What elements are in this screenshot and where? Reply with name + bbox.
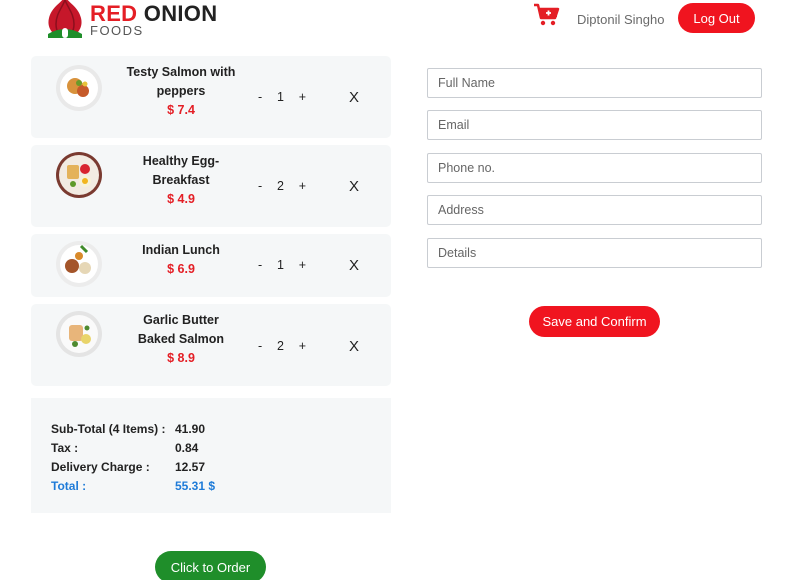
- user-name: Diptonil Singho: [577, 12, 665, 27]
- click-to-order-button[interactable]: Click to Order: [155, 551, 266, 580]
- food-plate-icon: [56, 241, 102, 287]
- tax-label: Tax :: [51, 440, 79, 455]
- quantity-value: 1: [276, 258, 284, 272]
- increase-quantity-button[interactable]: +: [299, 339, 306, 353]
- shopping-cart-plus-icon[interactable]: [533, 3, 561, 27]
- subtotal-value: 41.90: [175, 421, 206, 436]
- quantity-stepper: - 2 +: [258, 339, 306, 353]
- total-value: 55.31 $: [175, 478, 216, 493]
- increase-quantity-button[interactable]: +: [299, 258, 306, 272]
- cart-item: Garlic Butter Baked Salmon $ 8.9 - 2 + X: [31, 304, 391, 386]
- onion-logo-icon: [48, 0, 82, 38]
- food-info: Healthy Egg-Breakfast $ 4.9: [123, 152, 239, 209]
- phone-field[interactable]: [427, 153, 762, 183]
- food-price: $ 4.9: [167, 192, 195, 206]
- food-price: $ 8.9: [167, 351, 195, 365]
- food-name: Indian Lunch: [142, 243, 220, 257]
- delivery-row: Delivery Charge : 12.57: [51, 457, 215, 476]
- food-name: Healthy Egg-Breakfast: [142, 154, 220, 187]
- food-info: Indian Lunch $ 6.9: [123, 241, 239, 279]
- decrease-quantity-button[interactable]: -: [258, 179, 262, 193]
- full-name-field[interactable]: [427, 68, 762, 98]
- remove-item-button[interactable]: X: [349, 257, 359, 274]
- remove-item-button[interactable]: X: [349, 178, 359, 195]
- total-label: Total :: [51, 478, 87, 493]
- food-name: Testy Salmon with peppers: [126, 65, 236, 98]
- tax-row: Tax : 0.84: [51, 438, 215, 457]
- increase-quantity-button[interactable]: +: [299, 179, 306, 193]
- food-info: Testy Salmon with peppers $ 7.4: [123, 63, 239, 120]
- brand-name-dark: ONION: [143, 1, 218, 26]
- address-field[interactable]: [427, 195, 762, 225]
- decrease-quantity-button[interactable]: -: [258, 339, 262, 353]
- food-info: Garlic Butter Baked Salmon $ 8.9: [123, 311, 239, 368]
- cart-item: Testy Salmon with peppers $ 7.4 - 1 + X: [31, 56, 391, 138]
- tax-value: 0.84: [175, 440, 199, 455]
- food-price: $ 7.4: [167, 103, 195, 117]
- details-field[interactable]: [427, 238, 762, 268]
- decrease-quantity-button[interactable]: -: [258, 258, 262, 272]
- remove-item-button[interactable]: X: [349, 338, 359, 355]
- quantity-value: 2: [276, 339, 284, 353]
- brand-subtitle: FOODS: [90, 23, 144, 38]
- remove-item-button[interactable]: X: [349, 89, 359, 106]
- save-and-confirm-button[interactable]: Save and Confirm: [529, 306, 660, 337]
- order-summary: Sub-Total (4 Items) : 41.90 Tax : 0.84 D…: [31, 398, 391, 513]
- subtotal-row: Sub-Total (4 Items) : 41.90: [51, 419, 215, 438]
- summary-table: Sub-Total (4 Items) : 41.90 Tax : 0.84 D…: [51, 419, 215, 495]
- food-price: $ 6.9: [167, 262, 195, 276]
- logout-button[interactable]: Log Out: [678, 3, 755, 33]
- quantity-value: 2: [276, 179, 284, 193]
- food-name: Garlic Butter Baked Salmon: [137, 313, 225, 346]
- delivery-value: 12.57: [175, 459, 206, 474]
- quantity-stepper: - 1 +: [258, 90, 306, 104]
- food-plate-icon: [56, 65, 102, 111]
- food-plate-icon: [56, 152, 102, 198]
- cart-item: Indian Lunch $ 6.9 - 1 + X: [31, 234, 391, 297]
- decrease-quantity-button[interactable]: -: [258, 90, 262, 104]
- quantity-stepper: - 1 +: [258, 258, 306, 272]
- total-row: Total : 55.31 $: [51, 476, 215, 495]
- quantity-stepper: - 2 +: [258, 179, 306, 193]
- food-plate-icon: [56, 311, 102, 357]
- increase-quantity-button[interactable]: +: [299, 90, 306, 104]
- subtotal-label: Sub-Total (4 Items) :: [51, 421, 166, 436]
- brand-logo[interactable]: RED ONION FOODS: [44, 0, 217, 40]
- delivery-label: Delivery Charge :: [51, 459, 150, 474]
- quantity-value: 1: [276, 90, 284, 104]
- cart-item: Healthy Egg-Breakfast $ 4.9 - 2 + X: [31, 145, 391, 227]
- email-field[interactable]: [427, 110, 762, 140]
